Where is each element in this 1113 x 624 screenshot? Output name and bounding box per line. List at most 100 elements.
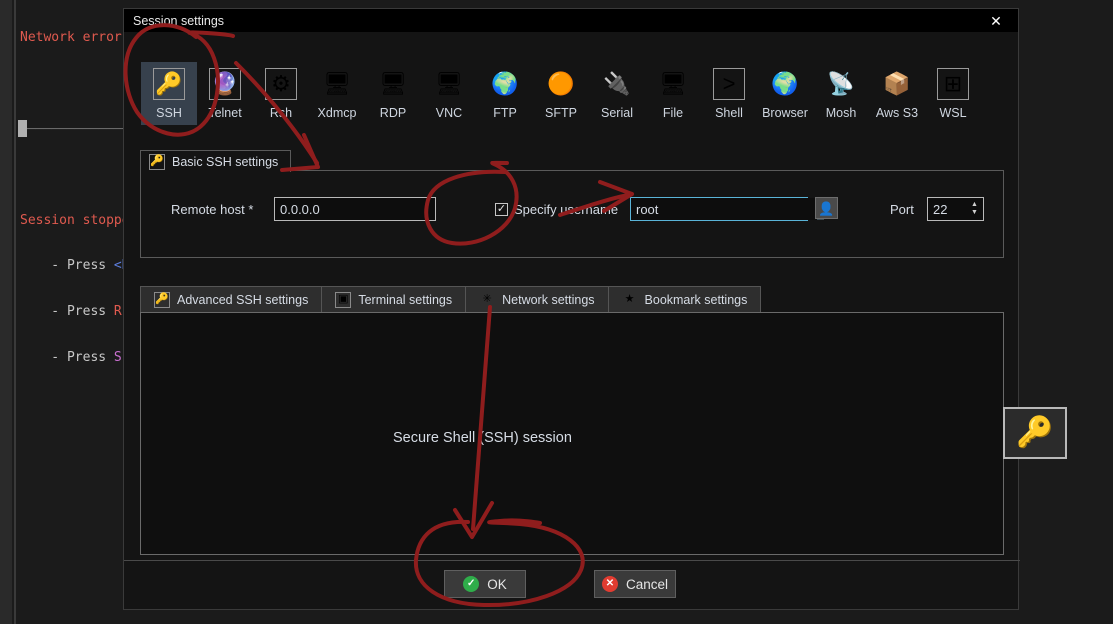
- press-s-prefix: - Press: [20, 349, 114, 365]
- protocol-tile-label: VNC: [435, 106, 463, 120]
- protocol-tile-label: FTP: [493, 106, 517, 120]
- spinner-down-icon[interactable]: ▼: [971, 209, 978, 217]
- protocol-tile-browser[interactable]: 🌍 Browser: [757, 62, 813, 125]
- protocol-tile-sftp[interactable]: 🟠 SFTP: [533, 62, 589, 125]
- terminal-icon: ▣: [335, 291, 352, 308]
- close-icon[interactable]: ✕: [974, 9, 1018, 32]
- session-key-graphic: 🔑: [1003, 407, 1067, 459]
- serial-plug-icon: 🔌: [603, 71, 631, 96]
- dialog-titlebar[interactable]: Session settings ✕: [124, 9, 1018, 32]
- protocol-tile-label: File: [662, 106, 684, 120]
- checkbox-glyph: ✓: [495, 203, 508, 216]
- dialog-body: 🔑 SSH 🔮 Telnet ⚙ Rsh 🖥 Xdmcp 🖥 RDP 🖥 VNC 🌍 FTP 🟠 SFTP 🔌 S…: [124, 32, 1067, 609]
- press-r-prefix: - Press: [20, 304, 114, 320]
- star-icon: ★: [624, 293, 635, 305]
- key-icon: 🔑: [1003, 407, 1067, 459]
- ok-button[interactable]: ✓ OK: [444, 570, 526, 598]
- terminal-cursor: [18, 120, 27, 137]
- gears-icon: ⚙: [265, 68, 297, 100]
- cancel-button-label: Cancel: [625, 576, 669, 592]
- key-icon: 🔑: [153, 68, 185, 100]
- tab-advanced-ssh-settings[interactable]: 🔑 Advanced SSH settings: [140, 286, 322, 313]
- port-spinner-buttons[interactable]: ▲ ▼: [966, 198, 983, 220]
- vnc-monitor-icon: 🖥: [435, 71, 463, 96]
- shell-prompt-icon: >: [713, 68, 745, 100]
- remote-host-input[interactable]: [274, 197, 436, 221]
- tab-terminal-settings[interactable]: ▣ Terminal settings: [321, 286, 466, 313]
- session-description-text: Secure Shell (SSH) session: [393, 430, 572, 446]
- protocol-tile-label: WSL: [939, 106, 967, 120]
- settings-tabbar: 🔑 Advanced SSH settings ▣ Terminal settings…: [140, 286, 762, 313]
- protocol-tile-label: Serial: [601, 106, 633, 120]
- protocol-tile-file[interactable]: 🖥 File: [645, 62, 701, 125]
- protocol-tile-label: Aws S3: [875, 106, 919, 120]
- windows-icon: ⊞: [937, 68, 969, 100]
- key-icon: 🔑: [154, 291, 170, 308]
- user-credentials-button[interactable]: 👤: [815, 197, 838, 219]
- protocol-tile-label: SSH: [156, 106, 182, 120]
- protocol-tile-ssh[interactable]: 🔑 SSH: [141, 62, 197, 125]
- x-circle-icon: ✕: [601, 576, 618, 592]
- protocol-tile-aws-s3[interactable]: 📦 Aws S3: [869, 62, 925, 125]
- tab-network-settings[interactable]: ✳ Network settings: [465, 286, 608, 313]
- protocol-tile-label: Browser: [762, 106, 808, 120]
- protocol-tile-vnc[interactable]: 🖥 VNC: [421, 62, 477, 125]
- press-return-prefix: - Press: [20, 258, 114, 274]
- tab-label: Advanced SSH settings: [177, 292, 309, 307]
- terminal-vertical-rule: [14, 0, 16, 624]
- session-settings-dialog: Session settings ✕ 🔑 SSH 🔮 Telnet ⚙ Rsh 🖥 Xdmcp…: [123, 8, 1067, 610]
- session-description-panel: Secure Shell (SSH) session 🔑: [140, 312, 1067, 555]
- basic-ssh-settings-tab[interactable]: 🔑 Basic SSH settings: [140, 150, 292, 172]
- network-icon: ✳: [482, 293, 492, 305]
- protocol-tile-label: Mosh: [825, 106, 857, 120]
- protocol-tile-shell[interactable]: > Shell: [701, 62, 757, 125]
- check-circle-icon: ✓: [463, 576, 480, 592]
- protocol-tile-telnet[interactable]: 🔮 Telnet: [197, 62, 253, 125]
- globe-green-icon: 🌍: [491, 71, 519, 96]
- rdp-monitor-icon: 🖥: [379, 71, 407, 96]
- dialog-title: Session settings: [133, 13, 225, 28]
- specify-username-label: Specify username: [514, 202, 619, 217]
- username-input[interactable]: [631, 198, 817, 220]
- protocol-tile-rsh[interactable]: ⚙ Rsh: [253, 62, 309, 125]
- protocol-selector: 🔑 SSH 🔮 Telnet ⚙ Rsh 🖥 Xdmcp 🖥 RDP 🖥 VNC 🌍 FTP 🟠 SFTP 🔌 S…: [141, 62, 1003, 125]
- basic-ssh-settings-group: 🔑 Basic SSH settings Remote host * ✓ Spe…: [140, 150, 1004, 258]
- tab-label: Terminal settings: [358, 292, 453, 307]
- protocol-tile-label: SFTP: [545, 106, 577, 120]
- port-label: Port: [890, 202, 914, 217]
- globe-orange-icon: 🟠: [547, 71, 575, 96]
- protocol-tile-label: Rsh: [269, 106, 293, 120]
- gem-icon: 🔮: [209, 68, 241, 100]
- protocol-tile-mosh[interactable]: 📡 Mosh: [813, 62, 869, 125]
- protocol-tile-ftp[interactable]: 🌍 FTP: [477, 62, 533, 125]
- aws-cubes-icon: 📦: [883, 71, 911, 96]
- basic-ssh-settings-label: Basic SSH settings: [172, 154, 279, 169]
- key-icon: 🔑: [149, 153, 165, 170]
- basic-ssh-fields-row: Remote host * ✓ Specify username ∨ 👤 Por…: [141, 171, 1003, 257]
- port-input[interactable]: [928, 198, 966, 220]
- protocol-tile-serial[interactable]: 🔌 Serial: [589, 62, 645, 125]
- cancel-button[interactable]: ✕ Cancel: [594, 570, 676, 598]
- tab-label: Network settings: [502, 292, 595, 307]
- satellite-dish-icon: 📡: [827, 71, 855, 96]
- username-combobox[interactable]: ∨: [630, 197, 825, 221]
- tab-bookmark-settings[interactable]: ★ Bookmark settings: [607, 286, 762, 313]
- protocol-tile-label: Telnet: [208, 106, 242, 120]
- footer-divider: [124, 560, 1020, 561]
- protocol-tile-label: RDP: [379, 106, 407, 120]
- terminal-left-gutter: [0, 0, 12, 624]
- tab-label: Bookmark settings: [644, 292, 748, 307]
- remote-host-label: Remote host *: [171, 202, 254, 217]
- protocol-tile-xdmcp[interactable]: 🖥 Xdmcp: [309, 62, 365, 125]
- press-r-key: R: [113, 304, 122, 320]
- xdmcp-monitor-icon: 🖥: [323, 71, 351, 96]
- spinner-up-icon[interactable]: ▲: [971, 201, 978, 209]
- protocol-tile-rdp[interactable]: 🖥 RDP: [365, 62, 421, 125]
- specify-username-checkbox[interactable]: ✓ Specify username: [495, 202, 618, 217]
- port-spinner[interactable]: ▲ ▼: [927, 197, 984, 221]
- file-monitor-icon: 🖥: [659, 71, 687, 96]
- protocol-tile-label: Xdmcp: [317, 106, 357, 120]
- browser-globe-icon: 🌍: [771, 71, 799, 96]
- protocol-tile-label: Shell: [715, 106, 743, 120]
- protocol-tile-wsl[interactable]: ⊞ WSL: [925, 62, 981, 125]
